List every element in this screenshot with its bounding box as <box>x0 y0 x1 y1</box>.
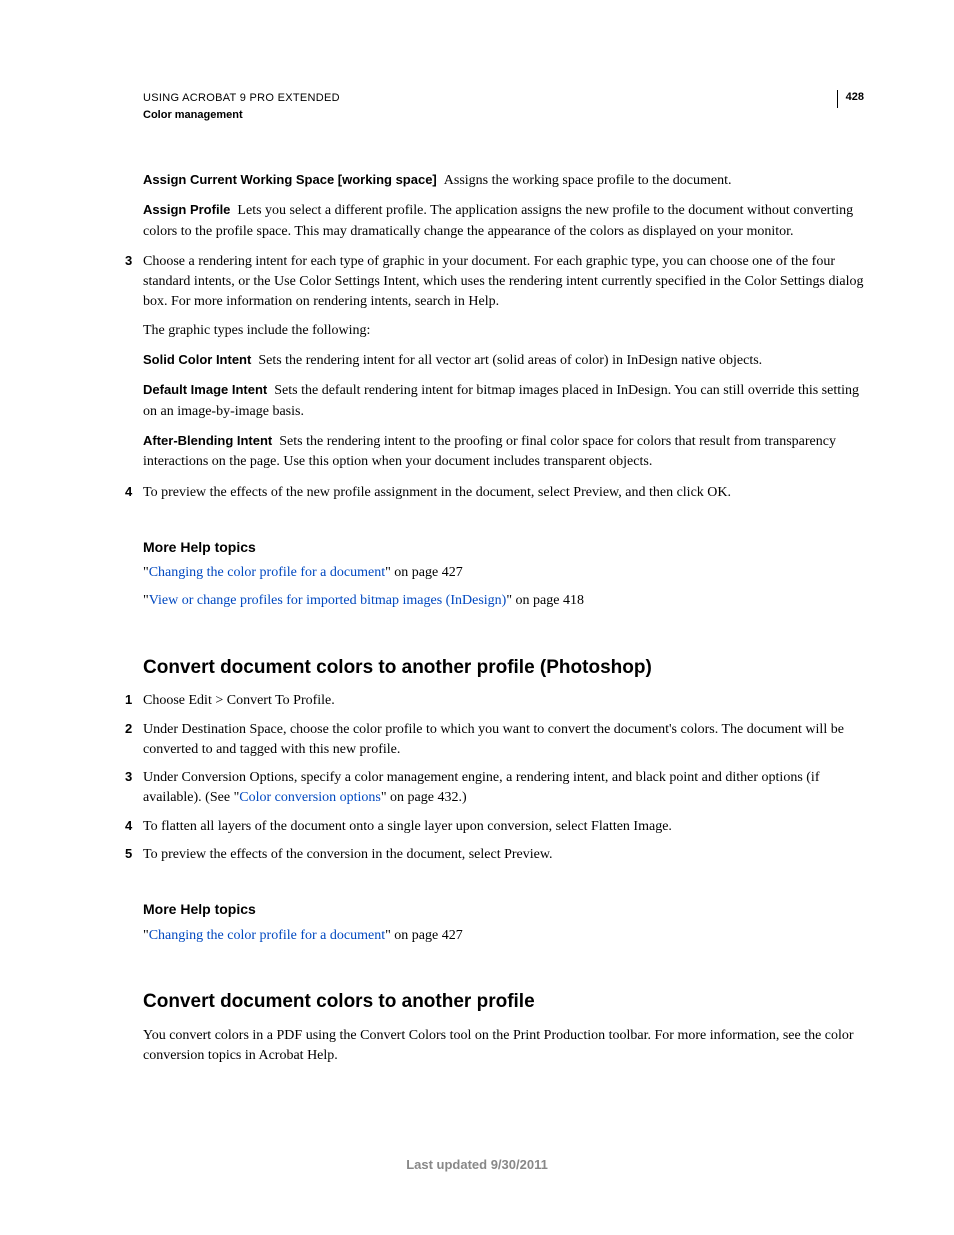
page-footer: Last updated 9/30/2011 <box>0 1156 954 1175</box>
header-section: Color management <box>143 107 340 124</box>
step-number: 5 <box>125 845 143 865</box>
definition-item: Solid Color Intent Sets the rendering in… <box>143 351 864 371</box>
definition-item: After-Blending Intent Sets the rendering… <box>143 432 864 473</box>
step-number: 4 <box>125 817 143 837</box>
link-suffix: " on page 418 <box>506 593 584 608</box>
link-suffix: " on page 427 <box>385 928 463 943</box>
definition-term: Assign Profile <box>143 202 230 217</box>
step-text: Choose a rendering intent for each type … <box>143 252 864 313</box>
step-number: 3 <box>125 252 143 313</box>
help-link[interactable]: Changing the color profile for a documen… <box>149 565 385 580</box>
numbered-step: 4 To preview the effects of the new prof… <box>143 483 864 503</box>
step-text: To preview the effects of the conversion… <box>143 845 864 865</box>
help-link[interactable]: View or change profiles for imported bit… <box>149 593 507 608</box>
more-help-heading: More Help topics <box>143 899 864 919</box>
step-text: Choose Edit > Convert To Profile. <box>143 691 864 711</box>
step-number: 3 <box>125 768 143 809</box>
numbered-step: 3 Under Conversion Options, specify a co… <box>143 768 864 809</box>
definition-item: Default Image Intent Sets the default re… <box>143 381 864 422</box>
help-link-line: "Changing the color profile for a docume… <box>143 926 864 946</box>
step-text: To flatten all layers of the document on… <box>143 817 864 837</box>
page-header: USING ACROBAT 9 PRO EXTENDED Color manag… <box>143 90 864 123</box>
more-help-heading: More Help topics <box>143 537 864 557</box>
numbered-step: 1 Choose Edit > Convert To Profile. <box>143 691 864 711</box>
numbered-step: 4 To flatten all layers of the document … <box>143 817 864 837</box>
definition-term: After-Blending Intent <box>143 433 272 448</box>
help-link-line: "Changing the color profile for a docume… <box>143 563 864 583</box>
numbered-step: 3 Choose a rendering intent for each typ… <box>143 252 864 313</box>
help-link-line: "View or change profiles for imported bi… <box>143 591 864 611</box>
paragraph: The graphic types include the following: <box>143 321 864 341</box>
definition-text: Lets you select a different profile. The… <box>143 203 853 238</box>
step-number: 2 <box>125 720 143 761</box>
help-link[interactable]: Changing the color profile for a documen… <box>149 928 385 943</box>
page-body: Assign Current Working Space [working sp… <box>143 171 864 1066</box>
page-number: 428 <box>837 90 864 108</box>
section-heading: Convert document colors to another profi… <box>143 654 864 682</box>
header-product: USING ACROBAT 9 PRO EXTENDED <box>143 90 340 107</box>
definition-text: Assigns the working space profile to the… <box>444 173 732 188</box>
definition-term: Default Image Intent <box>143 382 267 397</box>
definition-text: Sets the rendering intent for all vector… <box>258 353 762 368</box>
step-text-post: " on page 432.) <box>381 790 467 805</box>
step-text: Under Conversion Options, specify a colo… <box>143 768 864 809</box>
header-title-block: USING ACROBAT 9 PRO EXTENDED Color manag… <box>143 90 340 123</box>
step-number: 1 <box>125 691 143 711</box>
inline-link[interactable]: Color conversion options <box>239 790 381 805</box>
step-text: To preview the effects of the new profil… <box>143 483 864 503</box>
step-number: 4 <box>125 483 143 503</box>
definition-item: Assign Profile Lets you select a differe… <box>143 201 864 242</box>
definition-term: Solid Color Intent <box>143 352 251 367</box>
step-text: Under Destination Space, choose the colo… <box>143 720 864 761</box>
definition-item: Assign Current Working Space [working sp… <box>143 171 864 191</box>
paragraph: You convert colors in a PDF using the Co… <box>143 1026 864 1067</box>
numbered-step: 2 Under Destination Space, choose the co… <box>143 720 864 761</box>
definition-term: Assign Current Working Space [working sp… <box>143 172 437 187</box>
link-suffix: " on page 427 <box>385 565 463 580</box>
section-heading: Convert document colors to another profi… <box>143 988 864 1016</box>
numbered-step: 5 To preview the effects of the conversi… <box>143 845 864 865</box>
